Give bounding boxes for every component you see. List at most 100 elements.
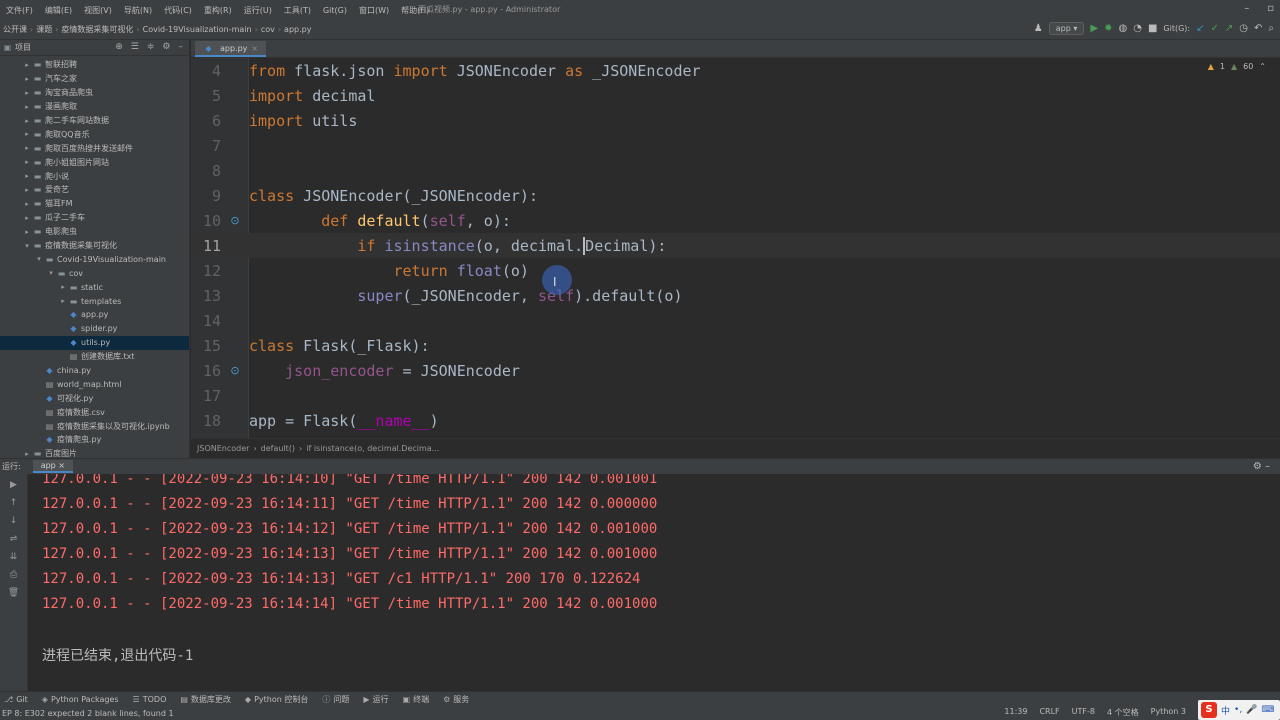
- chevron-right-icon[interactable]: ▸: [22, 172, 32, 180]
- tool-window-python-console[interactable]: ◆ Python 控制台: [245, 694, 308, 705]
- menu-code[interactable]: 代码(C): [158, 5, 198, 16]
- project-panel-title[interactable]: 项目: [15, 42, 31, 53]
- keyboard-icon[interactable]: ⌨: [1261, 705, 1274, 715]
- chevron-right-icon[interactable]: ▸: [58, 297, 68, 305]
- chevron-down-icon[interactable]: ▾: [34, 255, 44, 263]
- chevron-right-icon[interactable]: ▸: [22, 61, 32, 69]
- tree-item[interactable]: ▸ ▬ 爬小说: [0, 169, 189, 183]
- close-icon[interactable]: ×: [251, 44, 258, 53]
- tree-item[interactable]: ▾ ▬ 疫情数据采集可视化: [0, 239, 189, 253]
- trash-icon[interactable]: 🗑: [8, 588, 19, 598]
- tree-item[interactable]: ◆ spider.py: [0, 322, 189, 336]
- git-commit-icon[interactable]: ✓: [1210, 23, 1218, 34]
- line-separator[interactable]: CRLF: [1039, 707, 1059, 718]
- tree-item[interactable]: ▸ ▬ 爬取QQ音乐: [0, 127, 189, 141]
- status-message[interactable]: EP 8: E302 expected 2 blank lines, found…: [0, 709, 174, 718]
- menu-refactor[interactable]: 重构(R): [198, 5, 238, 16]
- chevron-down-icon[interactable]: ▾: [22, 242, 32, 250]
- mic-icon[interactable]: 🎤: [1246, 705, 1257, 715]
- chevron-right-icon[interactable]: ▸: [22, 200, 32, 208]
- stop-icon[interactable]: ■: [1148, 23, 1157, 34]
- breadcrumb-item[interactable]: Covid-19Visualization-main: [140, 25, 255, 34]
- history-icon[interactable]: ◷: [1239, 23, 1248, 34]
- menu-file[interactable]: 文件(F): [0, 5, 39, 16]
- chevron-right-icon[interactable]: ▸: [22, 75, 32, 83]
- chevron-down-icon[interactable]: ▾: [46, 269, 56, 277]
- menu-edit[interactable]: 编辑(E): [39, 5, 78, 16]
- indent-setting[interactable]: 4 个空格: [1107, 707, 1139, 718]
- arrow-up-icon[interactable]: ↑: [10, 498, 18, 508]
- chevron-right-icon[interactable]: ▸: [22, 144, 32, 152]
- collapse-all-icon[interactable]: ≑: [147, 42, 155, 52]
- tree-item[interactable]: ◆ utils.py: [0, 335, 189, 350]
- breadcrumb-item[interactable]: 疫情数据采集可视化: [58, 24, 136, 35]
- chevron-right-icon[interactable]: ▸: [22, 103, 32, 111]
- chevron-right-icon[interactable]: ▸: [22, 89, 32, 97]
- breadcrumb-item[interactable]: JSONEncoder: [197, 444, 249, 453]
- tree-item[interactable]: ▤ 创建数据库.txt: [0, 350, 189, 364]
- tool-window-terminal[interactable]: ▣ 终端: [403, 694, 430, 705]
- tree-item[interactable]: ◆ china.py: [0, 364, 189, 378]
- tool-window-git[interactable]: ⎇ Git: [4, 695, 28, 704]
- debug-icon[interactable]: ✹: [1104, 23, 1112, 34]
- caret-position[interactable]: 11:39: [1004, 707, 1027, 718]
- menu-navigate[interactable]: 导航(N): [118, 5, 158, 16]
- expand-all-icon[interactable]: ☰: [131, 42, 139, 52]
- tree-item[interactable]: ▤ 疫情数据.csv: [0, 405, 189, 419]
- tree-item[interactable]: ▾ ▬ Covid-19Visualization-main: [0, 252, 189, 266]
- tree-item[interactable]: ▸ ▬ 爬小姐姐图片网站: [0, 155, 189, 169]
- tree-item[interactable]: ▸ ▬ 爱奇艺: [0, 183, 189, 197]
- tree-item[interactable]: ▸ ▬ 漫画爬取: [0, 100, 189, 114]
- tool-window-problems[interactable]: ⓘ 问题: [322, 694, 349, 705]
- tree-item[interactable]: ▸ ▬ static: [0, 280, 189, 294]
- tree-item[interactable]: ▤ 疫情数据采集以及可视化.ipynb: [0, 419, 189, 433]
- file-encoding[interactable]: UTF-8: [1072, 707, 1095, 718]
- tree-item[interactable]: ▤ world_map.html: [0, 377, 189, 391]
- tree-item[interactable]: ◆ app.py: [0, 308, 189, 322]
- chevron-right-icon[interactable]: ▸: [58, 283, 68, 291]
- tree-item[interactable]: ▸ ▬ 爬二手车网站数据: [0, 114, 189, 128]
- git-update-icon[interactable]: ↙: [1196, 23, 1204, 34]
- tool-window-run[interactable]: ▶ 运行: [363, 694, 388, 705]
- run-config-select[interactable]: app ▾: [1048, 22, 1085, 35]
- rollback-icon[interactable]: ↶: [1254, 23, 1262, 34]
- tree-item[interactable]: ▾ ▬ cov: [0, 266, 189, 280]
- chevron-right-icon[interactable]: ▸: [22, 130, 32, 138]
- punctuation-icon[interactable]: •,: [1234, 705, 1242, 715]
- tree-item[interactable]: ◆ 可视化.py: [0, 391, 189, 405]
- run-tab-app[interactable]: app ×: [32, 460, 74, 473]
- user-icon[interactable]: ♟: [1034, 23, 1043, 34]
- tool-window-services[interactable]: ⚙ 服务: [443, 694, 469, 705]
- tree-item[interactable]: ▸ ▬ 汽车之家: [0, 72, 189, 86]
- locate-icon[interactable]: ⊕: [115, 42, 123, 52]
- tree-item[interactable]: ▸ ▬ 爬取百度热搜并发送邮件: [0, 141, 189, 155]
- chevron-right-icon[interactable]: ▸: [22, 158, 32, 166]
- git-push-icon[interactable]: ↗: [1225, 23, 1233, 34]
- breadcrumb-item[interactable]: 公开课: [0, 24, 30, 35]
- gear-icon[interactable]: ⚙: [162, 42, 170, 52]
- scroll-to-end-icon[interactable]: ⇊: [10, 552, 18, 562]
- menu-window[interactable]: 窗口(W): [353, 5, 395, 16]
- soft-wrap-icon[interactable]: ⇌: [10, 534, 18, 544]
- run-icon[interactable]: ▶: [1090, 23, 1098, 34]
- rerun-icon[interactable]: ▶: [10, 480, 17, 490]
- breadcrumb-item[interactable]: app.py: [281, 25, 314, 34]
- interpreter[interactable]: Python 3: [1151, 707, 1186, 718]
- arrow-down-icon[interactable]: ↓: [10, 516, 18, 526]
- menu-view[interactable]: 视图(V): [78, 5, 118, 16]
- minimize-icon[interactable]: –: [1244, 3, 1249, 14]
- profile-icon[interactable]: ◔: [1133, 23, 1142, 34]
- tree-item[interactable]: ◆ 疫情爬虫.py: [0, 433, 189, 447]
- print-icon[interactable]: ⎙: [10, 570, 17, 580]
- tree-item[interactable]: ▸ ▬ 百度图片: [0, 447, 189, 458]
- chevron-right-icon[interactable]: ▸: [22, 186, 32, 194]
- breadcrumb-item[interactable]: if isinstance(o, decimal.Decima...: [306, 444, 439, 453]
- chevron-right-icon[interactable]: ▸: [22, 214, 32, 222]
- breadcrumb-item[interactable]: default(): [261, 444, 295, 453]
- tool-window-python-packages[interactable]: ◈ Python Packages: [42, 695, 119, 704]
- tree-item[interactable]: ▸ ▬ 电影爬虫: [0, 225, 189, 239]
- tree-item[interactable]: ▸ ▬ 猫耳FM: [0, 197, 189, 211]
- breadcrumb-item[interactable]: 课题: [33, 24, 55, 35]
- editor-tab-app-py[interactable]: ◆ app.py ×: [195, 41, 267, 57]
- tree-item[interactable]: ▸ ▬ 智联招聘: [0, 58, 189, 72]
